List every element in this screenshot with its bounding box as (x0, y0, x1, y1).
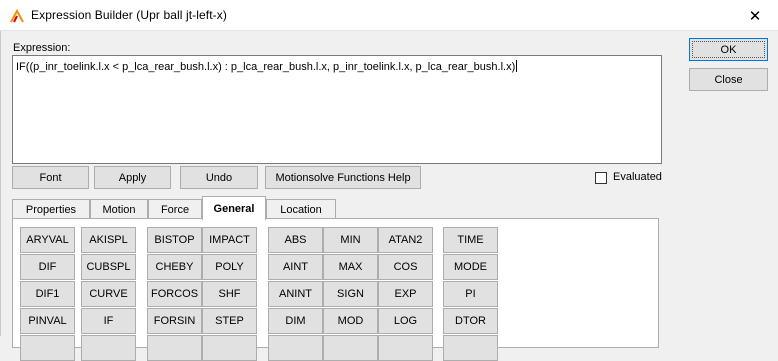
function-button[interactable]: FORCOS (147, 281, 202, 307)
function-button[interactable]: EXP (378, 281, 433, 307)
function-button[interactable] (81, 335, 136, 361)
expression-label: Expression: (13, 42, 71, 54)
function-button[interactable]: AINT (268, 254, 323, 280)
tab-properties[interactable]: Properties (12, 199, 90, 219)
function-button[interactable]: MAX (323, 254, 378, 280)
close-icon[interactable]: ✕ (732, 0, 778, 31)
dialog-body: Expression: IF((p_inr_toelink.l.x < p_lc… (0, 31, 778, 361)
evaluated-label: Evaluated (613, 171, 662, 183)
function-button[interactable]: CUBSPL (81, 254, 136, 280)
text-caret (516, 60, 518, 72)
function-button[interactable]: PINVAL (20, 308, 75, 334)
function-button[interactable]: PI (443, 281, 498, 307)
function-button[interactable]: LOG (378, 308, 433, 334)
expression-text: IF((p_inr_toelink.l.x < p_lca_rear_bush.… (16, 61, 516, 73)
motionsolve-help-button[interactable]: Motionsolve Functions Help (265, 166, 421, 189)
function-button[interactable]: ARYVAL (20, 227, 75, 253)
function-button[interactable]: DTOR (443, 308, 498, 334)
app-logo-icon (10, 8, 24, 23)
function-button[interactable]: ATAN2 (378, 227, 433, 253)
tab-location[interactable]: Location (266, 199, 336, 219)
function-button[interactable]: CHEBY (147, 254, 202, 280)
function-button[interactable]: DIF1 (20, 281, 75, 307)
tab-force[interactable]: Force (148, 199, 202, 219)
function-button[interactable] (443, 335, 498, 361)
function-button[interactable]: BISTOP (147, 227, 202, 253)
function-button[interactable]: SIGN (323, 281, 378, 307)
function-button[interactable] (323, 335, 378, 361)
undo-button[interactable]: Undo (180, 166, 258, 189)
function-button[interactable] (20, 335, 75, 361)
function-button[interactable]: DIM (268, 308, 323, 334)
ok-button[interactable]: OK (689, 38, 768, 61)
function-button[interactable]: POLY (202, 254, 257, 280)
function-button[interactable]: DIF (20, 254, 75, 280)
function-button[interactable]: COS (378, 254, 433, 280)
function-button[interactable]: CURVE (81, 281, 136, 307)
function-button[interactable]: SHF (202, 281, 257, 307)
function-button[interactable] (202, 335, 257, 361)
window-title: Expression Builder (Upr ball jt-left-x) (31, 8, 227, 22)
function-button[interactable]: ABS (268, 227, 323, 253)
function-button[interactable]: MODE (443, 254, 498, 280)
expression-editor[interactable]: IF((p_inr_toelink.l.x < p_lca_rear_bush.… (12, 55, 662, 164)
function-button[interactable] (378, 335, 433, 361)
function-button[interactable]: MOD (323, 308, 378, 334)
tab-motion[interactable]: Motion (90, 199, 148, 219)
function-button[interactable]: IMPACT (202, 227, 257, 253)
function-button[interactable]: MIN (323, 227, 378, 253)
tab-general[interactable]: General (202, 196, 266, 220)
function-button[interactable]: ANINT (268, 281, 323, 307)
general-tab-panel: ARYVAL DIF DIF1 PINVAL AKISPL CUBSPL CUR… (12, 218, 659, 361)
function-button[interactable] (268, 335, 323, 361)
close-button[interactable]: Close (689, 68, 768, 91)
function-button[interactable]: STEP (202, 308, 257, 334)
font-button[interactable]: Font (12, 166, 89, 189)
function-button[interactable]: TIME (443, 227, 498, 253)
apply-button[interactable]: Apply (94, 166, 171, 189)
function-button[interactable]: FORSIN (147, 308, 202, 334)
function-button[interactable]: AKISPL (81, 227, 136, 253)
function-button[interactable]: IF (81, 308, 136, 334)
title-bar: Expression Builder (Upr ball jt-left-x) … (0, 0, 778, 31)
evaluated-checkbox[interactable] (595, 172, 607, 184)
function-button[interactable] (147, 335, 202, 361)
